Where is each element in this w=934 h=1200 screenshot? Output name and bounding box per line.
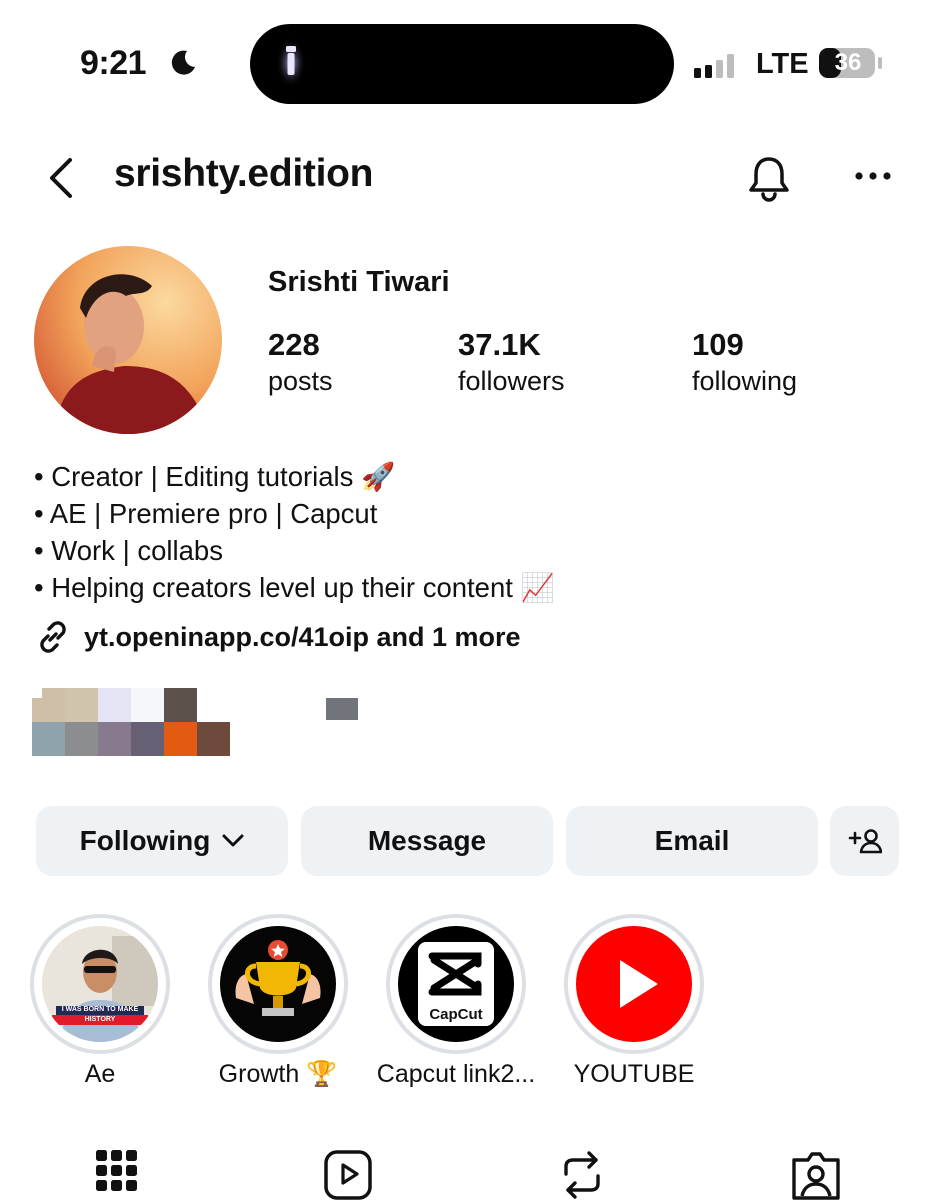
bio-line: • Creator | Editing tutorials 🚀 [34, 461, 396, 492]
message-button-label: Message [367, 825, 487, 856]
stat-followers[interactable]: 37.1K followers [458, 326, 565, 398]
suggested-users-button[interactable] [830, 806, 899, 876]
link-icon [40, 621, 66, 653]
battery-level: 36 [834, 49, 862, 76]
flashlight-icon [276, 38, 306, 88]
highlight-growth[interactable] [208, 914, 348, 1054]
message-button[interactable]: Message [301, 806, 553, 876]
reposts-icon[interactable] [560, 1150, 604, 1200]
stat-following[interactable]: 109 following [692, 326, 797, 398]
grid-icon[interactable] [96, 1150, 138, 1200]
highlight-youtube[interactable] [564, 914, 704, 1054]
stat-value: 109 [692, 327, 744, 362]
tagged-icon[interactable] [790, 1150, 842, 1200]
stat-label: posts [268, 366, 333, 396]
more-icon[interactable] [852, 166, 894, 186]
highlight-cover [576, 926, 692, 1042]
pixelated-redaction [326, 698, 358, 720]
profile-full-name: Srishti Tiwari [268, 266, 450, 298]
add-person-icon [848, 829, 882, 854]
profile-bio: • Creator | Editing tutorials 🚀 • AE | P… [34, 458, 555, 606]
highlight-label: Growth 🏆 [218, 1060, 338, 1088]
email-button[interactable]: Email [566, 806, 818, 876]
highlight-ae[interactable]: I WAS BORN TO MAKE HISTORY [30, 914, 170, 1054]
highlight-cover-text: CapCut [429, 1006, 483, 1023]
chevron-down-icon [222, 834, 244, 847]
highlight-cover: I WAS BORN TO MAKE HISTORY [42, 926, 158, 1042]
highlight-capcut[interactable]: CapCut [386, 914, 526, 1054]
stat-value: 228 [268, 327, 320, 362]
bio-link[interactable]: yt.openinapp.co/41oip and 1 more [34, 616, 521, 658]
signal-icon [694, 54, 734, 78]
pixelated-redaction [32, 688, 230, 756]
highlight-label: Capcut link2... [376, 1060, 536, 1088]
highlight-cover [220, 926, 336, 1042]
dynamic-island [250, 24, 674, 104]
following-button-label: Following [79, 825, 211, 856]
highlight-label: YOUTUBE [573, 1060, 695, 1088]
email-button-label: Email [654, 825, 730, 856]
highlight-cover-text: I WAS BORN TO MAKE HISTORY [61, 1006, 139, 1023]
bio-line: • Helping creators level up their conten… [34, 572, 555, 603]
profile-avatar[interactable] [34, 246, 222, 434]
status-time: 9:21 [80, 44, 147, 82]
stat-label: followers [458, 366, 565, 396]
stat-value: 37.1K [458, 327, 541, 362]
network-type: LTE [756, 48, 809, 80]
stat-posts[interactable]: 228 posts [268, 326, 333, 398]
bio-line: • AE | Premiere pro | Capcut [34, 498, 378, 529]
reels-icon[interactable] [324, 1150, 374, 1200]
bio-link-text[interactable]: yt.openinapp.co/41oip and 1 more [84, 622, 521, 653]
stat-label: following [692, 366, 798, 396]
highlight-label: Ae [84, 1060, 116, 1088]
profile-username: srishty.edition [114, 152, 374, 195]
bio-line: • Work | collabs [34, 535, 223, 566]
moon-icon [171, 50, 195, 75]
battery-icon: 36 [818, 47, 884, 79]
following-button[interactable]: Following [36, 806, 288, 876]
highlight-cover: CapCut [398, 926, 514, 1042]
back-icon[interactable] [44, 156, 78, 200]
bell-icon[interactable] [744, 153, 794, 203]
